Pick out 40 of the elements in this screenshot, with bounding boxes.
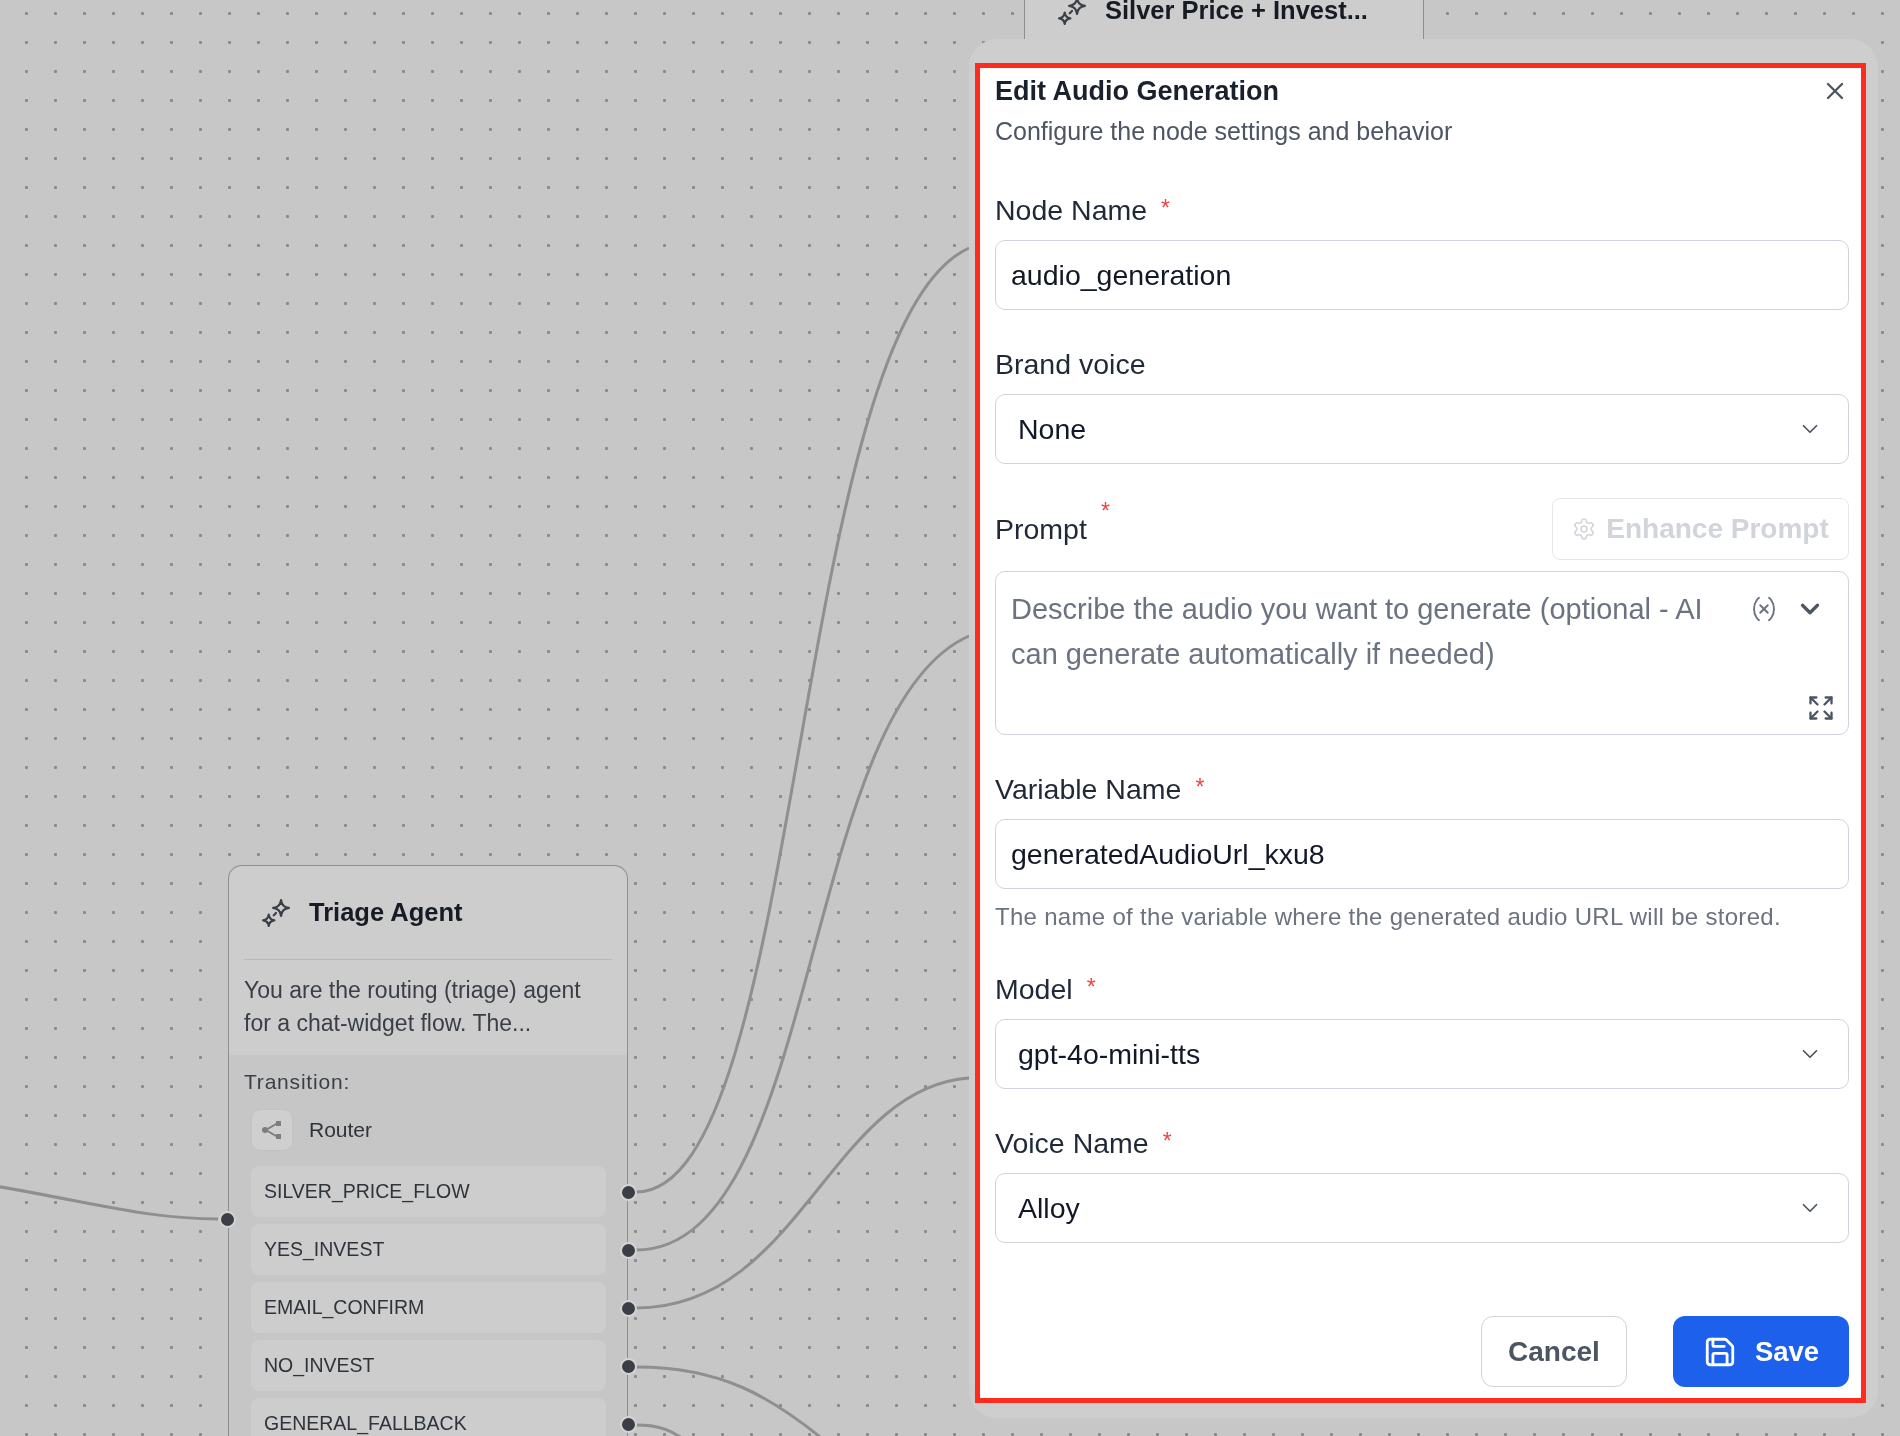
dialog-title: Edit Audio Generation [995,76,1279,106]
field-label: Variable Name [995,773,1182,805]
route-item: GENERAL_FALLBACK [251,1398,606,1436]
sparkle-icon [262,898,290,927]
expand-icon[interactable] [1807,694,1835,722]
node-description: You are the routing (triage) agent for a chat-widget flow. The... [243,976,582,1038]
text-input[interactable]: generatedAudioUrl_kxu8 [995,819,1849,889]
field-label: Voice Name [995,1127,1149,1159]
router-icon [251,1109,293,1151]
transition-label: Transition: [244,1069,352,1095]
sparkle-icon [1058,0,1086,25]
text-input[interactable]: audio_generation [995,240,1849,310]
node-card[interactable]: Silver Price + Invest... [1024,0,1424,39]
field-label: Node Name [995,194,1148,226]
node-title: Silver Price + Invest... [1105,0,1368,25]
help-text: The name of the variable where the generated audio URL will be stored. [995,904,1782,930]
dropdown-select[interactable]: Alloy [995,1173,1849,1243]
connection-handle[interactable] [218,1210,236,1228]
required-mark: * [1086,976,1096,999]
required-mark: * [1161,197,1171,220]
node-title: Triage Agent [309,898,463,927]
route-item: NO_INVEST [251,1340,606,1391]
settings-icon [1572,517,1597,541]
required-mark: * [1100,500,1110,523]
dropdown-select[interactable]: gpt-4o-mini-tts [995,1019,1849,1089]
field-label: Prompt [995,513,1087,545]
cancel-button[interactable]: Cancel [1481,1316,1627,1387]
router-label: Router [309,1118,373,1142]
required-mark: * [1195,776,1205,799]
route-item: EMAIL_CONFIRM [251,1282,606,1333]
required-mark: * [1162,1130,1172,1153]
prompt-textarea[interactable]: Describe the audio you want to generate (optional - AI can generate automatically if needed) [995,571,1849,735]
field-label: Model [995,973,1073,1005]
dropdown-select[interactable]: None [995,394,1849,464]
node-card[interactable]: Triage Agent You are the routing (triage) agent for a chat-widget flow. The... Transition: Router SILVER_PRICE_FLOW YES_INVEST EMAIL_CONFIRM NO_INVEST GENERAL_FALLBACK [228,865,628,1436]
dialog-subtitle: Configure the node settings and behavior [995,116,1454,146]
save-button[interactable]: Save [1673,1316,1849,1387]
route-item: YES_INVEST [251,1224,606,1275]
route-item: SILVER_PRICE_FLOW [251,1166,606,1217]
field-label: Brand voice [995,348,1146,380]
